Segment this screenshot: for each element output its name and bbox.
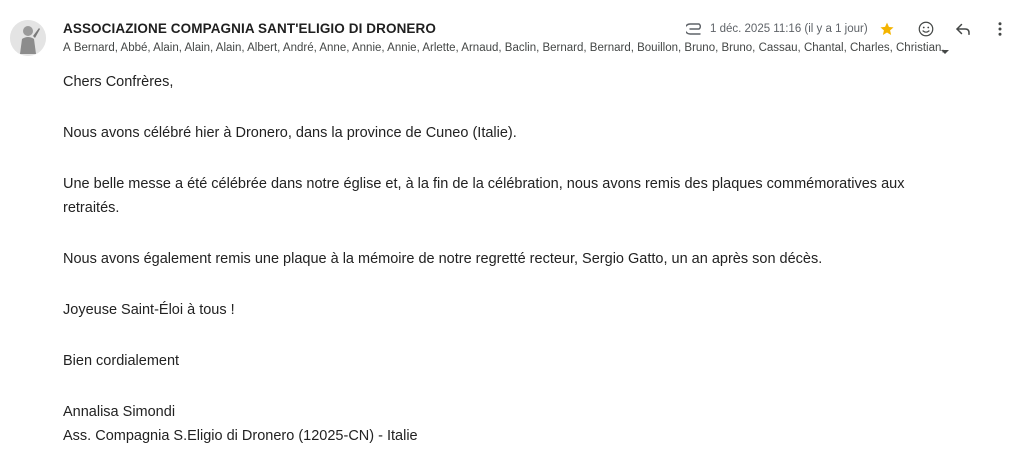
- show-details-button[interactable]: [939, 44, 951, 54]
- message-meta: 1 déc. 2025 11:16 (il y a 1 jour): [684, 19, 868, 39]
- wishes: Joyeuse Saint-Éloi à tous !: [63, 302, 235, 318]
- star-button[interactable]: [877, 19, 897, 39]
- more-vert-icon: [998, 22, 1002, 36]
- more-options-button[interactable]: [990, 19, 1010, 39]
- message-body: Chers Confrères, Nous avons célébré hier…: [63, 70, 963, 448]
- reply-button[interactable]: [953, 19, 973, 39]
- emoji-reaction-button[interactable]: [916, 19, 936, 39]
- paragraph-3: Nous avons également remis une plaque à …: [63, 251, 823, 267]
- sender-name[interactable]: ASSOCIAZIONE COMPAGNIA SANT'ELIGIO DI DR…: [63, 21, 436, 36]
- paperclip-icon: [684, 23, 704, 35]
- closing: Bien cordialement: [63, 353, 180, 369]
- greeting: Chers Confrères,: [63, 74, 174, 90]
- signature-org: Ass. Compagnia S.Eligio di Dronero (1202…: [63, 428, 418, 444]
- signature-name: Annalisa Simondi: [63, 404, 176, 420]
- avatar[interactable]: [10, 20, 46, 56]
- caret-down-icon: [941, 50, 949, 54]
- star-icon: [880, 22, 894, 35]
- recipients-list: À Bernard, Abbé, Alain, Alain, Alain, Al…: [63, 42, 945, 54]
- paragraph-1: Nous avons célébré hier à Dronero, dans …: [63, 125, 517, 141]
- emoji-icon: [918, 21, 934, 37]
- reply-icon: [956, 23, 970, 35]
- paragraph-2: Une belle messe a été célébrée dans notr…: [63, 176, 905, 216]
- message-date: 1 déc. 2025 11:16 (il y a 1 jour): [710, 23, 868, 35]
